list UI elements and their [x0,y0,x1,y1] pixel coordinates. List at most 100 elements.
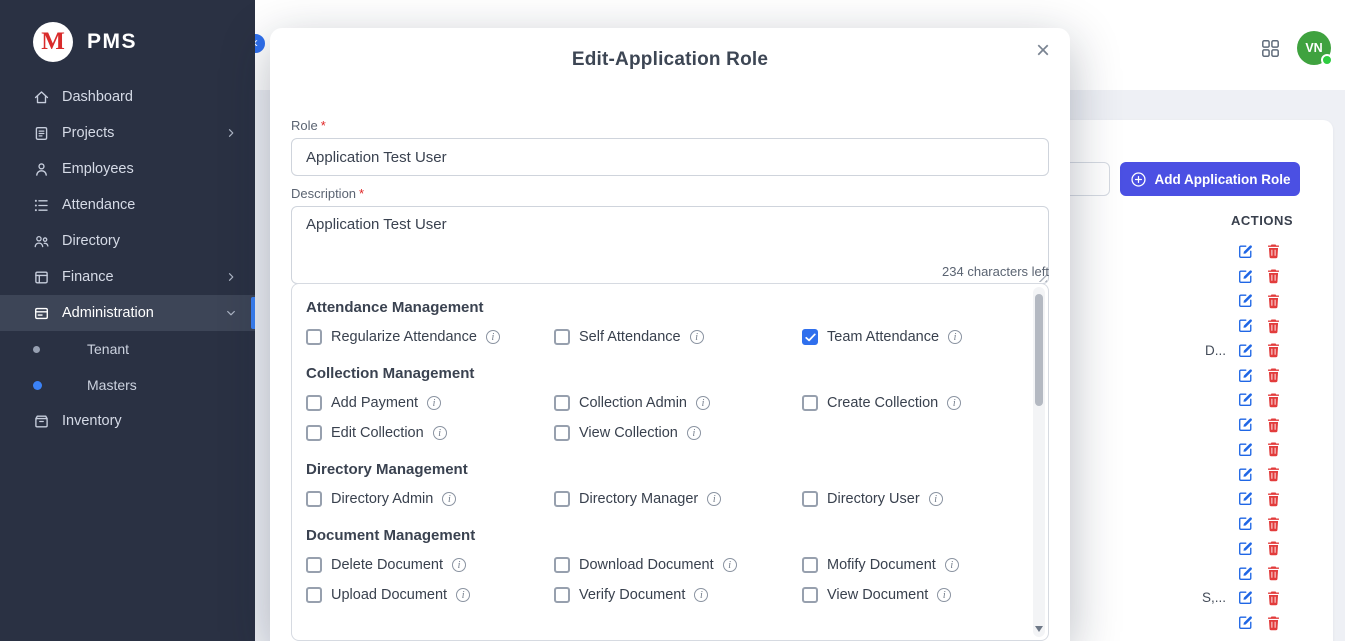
sidebar-item-projects[interactable]: Projects [0,115,255,151]
info-icon[interactable]: i [442,492,456,506]
checkbox-verify-document[interactable] [554,587,570,603]
role-input[interactable] [291,138,1049,176]
checkbox-create-collection[interactable] [802,395,818,411]
user-avatar[interactable]: VN [1297,31,1331,65]
edit-button[interactable] [1237,466,1254,483]
info-icon[interactable]: i [947,396,961,410]
info-icon[interactable]: i [486,330,500,344]
info-icon[interactable]: i [723,558,737,572]
checkbox-view-collection[interactable] [554,425,570,441]
delete-button[interactable] [1265,292,1282,309]
edit-button[interactable] [1237,367,1254,384]
info-icon[interactable]: i [945,558,959,572]
edit-button[interactable] [1237,292,1254,309]
edit-button[interactable] [1237,614,1254,631]
apps-grid-icon[interactable] [1260,38,1281,59]
delete-button[interactable] [1265,391,1282,408]
checkbox-directory-manager[interactable] [554,491,570,507]
edit-button[interactable] [1237,589,1254,606]
delete-button[interactable] [1265,342,1282,359]
checkbox-delete-document[interactable] [306,557,322,573]
checkbox-add-payment[interactable] [306,395,322,411]
finance-icon [33,269,50,286]
add-application-role-button[interactable]: Add Application Role [1120,162,1300,196]
info-icon[interactable]: i [452,558,466,572]
scrollbar-thumb[interactable] [1035,294,1043,406]
delete-button[interactable] [1265,367,1282,384]
delete-button[interactable] [1265,614,1282,631]
close-icon[interactable]: × [1028,36,1058,66]
checkbox-team-attendance[interactable] [802,329,818,345]
delete-button[interactable] [1265,490,1282,507]
info-icon[interactable]: i [687,426,701,440]
permission-label: Directory User [827,491,920,507]
checkbox-self-attendance[interactable] [554,329,570,345]
sidebar-subitem-masters[interactable]: Masters [0,367,255,403]
checkbox-directory-admin[interactable] [306,491,322,507]
checkbox-edit-collection[interactable] [306,425,322,441]
delete-button[interactable] [1265,317,1282,334]
sidebar-subitem-tenant[interactable]: Tenant [0,331,255,367]
edit-button[interactable] [1237,342,1254,359]
delete-button[interactable] [1265,416,1282,433]
permission-label: Directory Admin [331,491,433,507]
info-icon[interactable]: i [696,396,710,410]
sidebar-item-attendance[interactable]: Attendance [0,187,255,223]
info-icon[interactable]: i [427,396,441,410]
info-icon[interactable]: i [456,588,470,602]
permission-section: Directory ManagementDirectory AdminiDire… [306,461,1018,514]
edit-button[interactable] [1237,268,1254,285]
edit-button[interactable] [1237,391,1254,408]
delete-button[interactable] [1265,466,1282,483]
edit-button[interactable] [1237,565,1254,582]
modal-title: Edit-Application Role [270,28,1070,71]
sidebar-item-inventory[interactable]: Inventory [0,403,255,439]
inventory-icon [33,413,50,430]
edit-button[interactable] [1237,317,1254,334]
delete-button[interactable] [1265,515,1282,532]
info-icon[interactable]: i [690,330,704,344]
sidebar-item-directory[interactable]: Directory [0,223,255,259]
permission-team-attendance: Team Attendancei [802,322,1018,352]
checkbox-collection-admin[interactable] [554,395,570,411]
edit-button[interactable] [1237,515,1254,532]
checkbox-regularize-attendance[interactable] [306,329,322,345]
checkbox-download-document[interactable] [554,557,570,573]
edit-button[interactable] [1237,441,1254,458]
sidebar-item-label: Directory [62,233,120,249]
delete-button[interactable] [1265,589,1282,606]
info-icon[interactable]: i [937,588,951,602]
description-textarea[interactable]: Application Test User [291,206,1049,284]
checkbox-mofify-document[interactable] [802,557,818,573]
info-icon[interactable]: i [694,588,708,602]
checkbox-upload-document[interactable] [306,587,322,603]
checkbox-view-document[interactable] [802,587,818,603]
delete-button[interactable] [1265,441,1282,458]
delete-button[interactable] [1265,565,1282,582]
edit-button[interactable] [1237,540,1254,557]
checkbox-directory-user[interactable] [802,491,818,507]
edit-button[interactable] [1237,243,1254,260]
description-field-label: Description* [291,186,364,201]
permission-section: Attendance ManagementRegularize Attendan… [306,299,1018,352]
sidebar-item-administration[interactable]: Administration [0,295,255,331]
table-row [1202,264,1282,289]
edit-button[interactable] [1237,490,1254,507]
permission-label: Create Collection [827,395,938,411]
permission-grid: Delete DocumentiDownload DocumentiMofify… [306,550,1018,610]
info-icon[interactable]: i [433,426,447,440]
info-icon[interactable]: i [929,492,943,506]
delete-button[interactable] [1265,243,1282,260]
scroll-down-arrow-icon[interactable] [1035,626,1043,632]
sidebar-item-dashboard[interactable]: Dashboard [0,79,255,115]
permission-label: View Document [827,587,928,603]
sidebar-item-finance[interactable]: Finance [0,259,255,295]
scrollbar[interactable] [1033,287,1045,637]
permission-label: Regularize Attendance [331,329,477,345]
info-icon[interactable]: i [948,330,962,344]
delete-button[interactable] [1265,268,1282,285]
sidebar-item-employees[interactable]: Employees [0,151,255,187]
delete-button[interactable] [1265,540,1282,557]
info-icon[interactable]: i [707,492,721,506]
edit-button[interactable] [1237,416,1254,433]
